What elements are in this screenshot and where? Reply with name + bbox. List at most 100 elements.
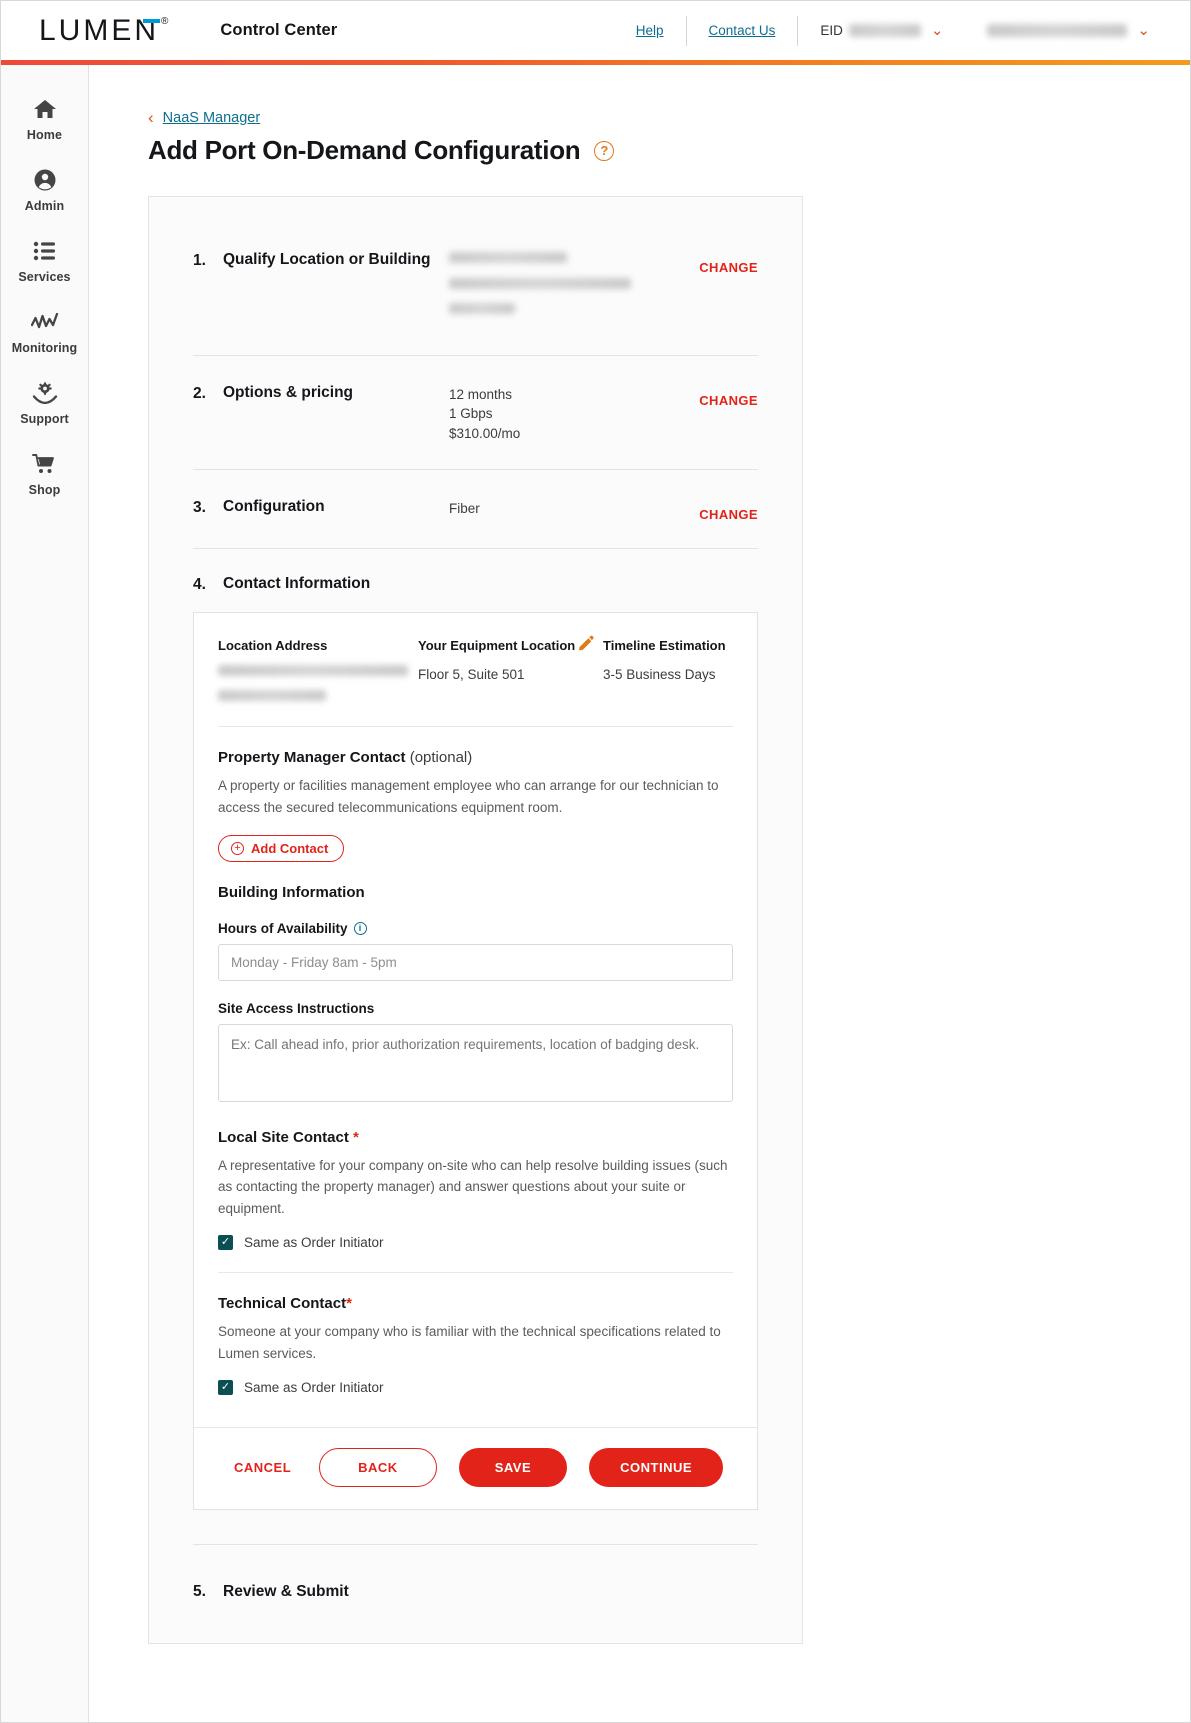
checkbox-label: Same as Order Initiator [244, 1379, 384, 1395]
local-site-same-as-initiator-checkbox[interactable]: ✓ Same as Order Initiator [218, 1235, 733, 1251]
sidebar-item-label: Admin [24, 199, 65, 213]
sidebar-item-home[interactable]: Home [1, 83, 88, 154]
property-manager-title-text: Property Manager Contact [218, 748, 406, 766]
sidebar-item-services[interactable]: Services [1, 225, 88, 296]
step-detail: 12 months 1 Gbps $310.00/mo [449, 384, 699, 444]
logo-e-bar-icon [143, 18, 160, 23]
change-button-step-2[interactable]: CHANGE [699, 384, 758, 408]
breadcrumb-link-naas-manager[interactable]: NaaS Manager [163, 110, 261, 126]
top-bar-right: Help Contact Us EID ⌄ ⌄ [614, 1, 1172, 60]
sidebar-item-label: Shop [28, 483, 61, 497]
hours-of-availability-input[interactable] [218, 943, 733, 981]
main-content: ‹ NaaS Manager Add Port On-Demand Config… [89, 65, 1190, 1722]
building-information-title: Building Information [218, 883, 365, 901]
sidebar-item-monitoring[interactable]: Monitoring [1, 296, 88, 367]
help-link[interactable]: Help [614, 23, 686, 38]
building-information-section: Building Information Hours of Availabili… [218, 862, 733, 1107]
sidebar-item-label: Support [20, 412, 69, 426]
page-title: Add Port On-Demand Configuration [148, 135, 581, 165]
app-title: Control Center [220, 21, 338, 39]
step-number: 2. [193, 384, 206, 402]
continue-button[interactable]: CONTINUE [589, 1447, 724, 1487]
equipment-location-block: Your Equipment Location Floor 5, Suite 5… [418, 635, 603, 706]
local-site-contact-section: Local Site Contact * A representative fo… [218, 1107, 733, 1251]
cancel-button[interactable]: CANCEL [228, 1450, 297, 1485]
step-title: Configuration [223, 498, 325, 516]
step-detail-line: 1 Gbps [449, 406, 493, 422]
chevron-left-icon[interactable]: ‹ [148, 109, 154, 126]
equipment-location-value: Floor 5, Suite 501 [418, 666, 525, 682]
info-icon[interactable]: i [353, 921, 367, 935]
site-access-instructions-label-text: Site Access Instructions [218, 1000, 375, 1016]
technical-same-as-initiator-checkbox[interactable]: ✓ Same as Order Initiator [218, 1379, 733, 1395]
cart-icon [31, 451, 58, 477]
step-row-review-submit: 5. Review & Submit [193, 1543, 758, 1607]
question-mark-icon[interactable]: ? [594, 140, 615, 161]
step-row-qualify-location: 1. Qualify Location or Building CHANGE [193, 223, 758, 356]
lumen-logo[interactable]: LUMEN ® [39, 14, 168, 48]
sidebar-item-shop[interactable]: Shop [1, 438, 88, 509]
sidebar-item-admin[interactable]: Admin [1, 154, 88, 225]
local-site-contact-title-text: Local Site Contact [218, 1128, 349, 1146]
checkbox-label: Same as Order Initiator [244, 1235, 384, 1251]
timeline-estimation-label: Timeline Estimation [603, 637, 726, 653]
sidebar-item-label: Monitoring [11, 341, 78, 355]
chevron-down-icon: ⌄ [1137, 22, 1150, 39]
sidebar-item-label: Services [18, 270, 71, 284]
step-title: Qualify Location or Building [223, 251, 431, 268]
redacted-line [449, 303, 515, 315]
app-window: LUMEN ® Control Center Help Contact Us EI… [0, 0, 1191, 1723]
breadcrumb: ‹ NaaS Manager [148, 109, 1190, 126]
change-button-step-1[interactable]: CHANGE [699, 251, 758, 275]
contact-information-panel: Location Address Your Equipment Location… [193, 611, 758, 1510]
step-title: Contact Information [223, 575, 371, 593]
add-contact-label: Add Contact [251, 840, 329, 856]
step-title: Review & Submit [223, 1582, 349, 1600]
step-detail: Fiber [449, 498, 699, 519]
hours-of-availability-label-text: Hours of Availability [218, 920, 348, 936]
technical-contact-title-text: Technical Contact [218, 1295, 347, 1313]
timeline-estimation-block: Timeline Estimation 3-5 Business Days [603, 637, 733, 706]
step-detail-line: Fiber [449, 501, 480, 517]
site-access-instructions-textarea[interactable] [218, 1023, 733, 1102]
sidebar: Home Admin Services Monitoring Support S… [1, 65, 89, 1722]
back-button[interactable]: BACK [319, 1447, 437, 1487]
property-manager-description: A property or facilities management empl… [218, 777, 719, 815]
sidebar-item-label: Home [26, 128, 63, 142]
address-summary: Location Address Your Equipment Location… [218, 635, 733, 727]
pencil-icon[interactable] [576, 635, 595, 659]
step-number: 3. [193, 499, 206, 517]
logo-registered-mark: ® [161, 15, 171, 27]
redacted-line [449, 252, 567, 263]
site-access-instructions-label: Site Access Instructions [218, 1001, 733, 1016]
location-address-redacted-line [218, 689, 326, 701]
plus-circle-icon: + [231, 841, 244, 855]
required-marker: * [346, 1295, 352, 1313]
checkmark-icon: ✓ [218, 1379, 233, 1395]
account-value-redacted [987, 24, 1128, 37]
step-number: 4. [193, 575, 206, 593]
user-circle-icon [33, 167, 57, 193]
local-site-contact-title: Local Site Contact * [218, 1129, 733, 1146]
hours-of-availability-label: Hours of Availability i [218, 921, 733, 936]
contact-us-link[interactable]: Contact Us [687, 23, 798, 38]
eid-label: EID [820, 23, 843, 38]
step-detail-line: 12 months [449, 386, 513, 402]
location-address-label: Location Address [218, 637, 328, 653]
account-selector[interactable]: ⌄ [965, 23, 1172, 38]
add-contact-button[interactable]: + Add Contact [218, 834, 345, 862]
location-address-redacted-line [218, 664, 408, 676]
configuration-steps-card: 1. Qualify Location or Building CHANGE 2… [148, 196, 803, 1644]
step-detail-line: $310.00/mo [449, 425, 521, 441]
eid-selector[interactable]: EID ⌄ [798, 23, 965, 38]
sidebar-item-support[interactable]: Support [1, 367, 88, 438]
save-button[interactable]: SAVE [458, 1447, 568, 1487]
change-button-step-3[interactable]: CHANGE [699, 498, 758, 522]
local-site-contact-description: A representative for your company on-sit… [218, 1157, 728, 1217]
technical-contact-title: Technical Contact* [218, 1295, 733, 1312]
step-number: 1. [193, 252, 206, 269]
checkmark-icon: ✓ [218, 1235, 233, 1251]
step-row-contact-information: 4. Contact Information [193, 549, 758, 612]
gear-hand-icon [32, 380, 58, 406]
top-bar: LUMEN ® Control Center Help Contact Us EI… [1, 1, 1190, 60]
